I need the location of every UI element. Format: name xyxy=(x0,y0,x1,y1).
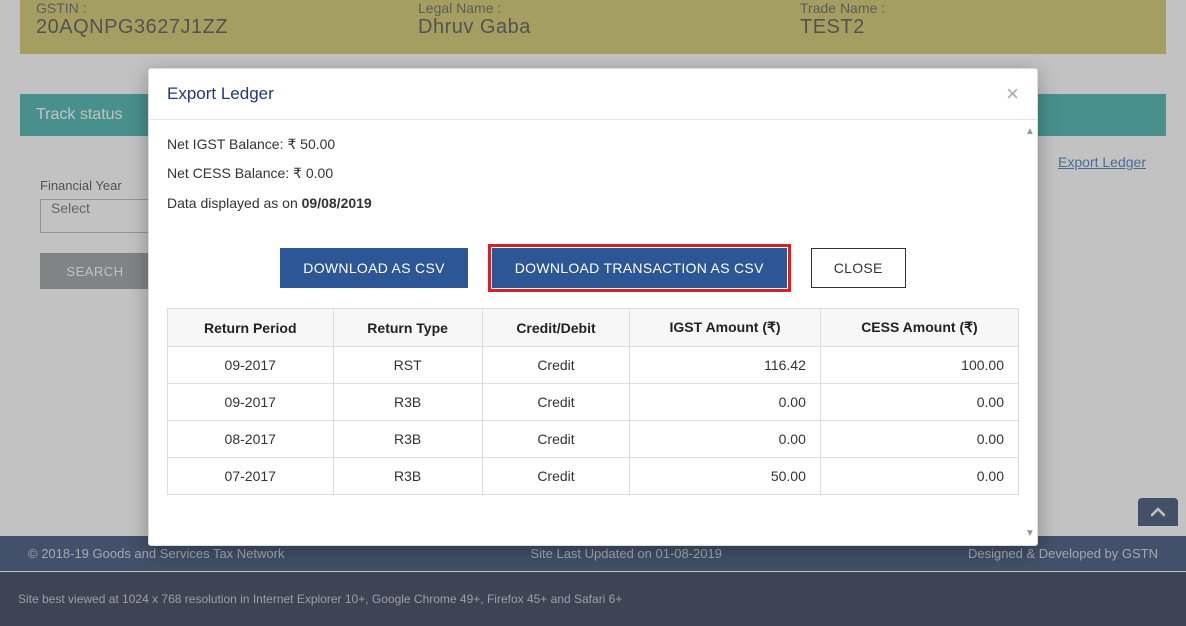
table-header-row: Return Period Return Type Credit/Debit I… xyxy=(168,309,1019,347)
scroll-up-icon: ▲ xyxy=(1025,126,1033,137)
cell-credit-debit: Credit xyxy=(482,458,629,495)
cell-credit-debit: Credit xyxy=(482,421,629,458)
cell-credit-debit: Credit xyxy=(482,384,629,421)
th-return-type: Return Type xyxy=(333,309,482,347)
cell-return-period: 09-2017 xyxy=(168,384,334,421)
cell-return-type: R3B xyxy=(333,421,482,458)
net-igst-balance: Net IGST Balance: ₹ 50.00 xyxy=(167,130,1019,159)
cell-igst-amount: 50.00 xyxy=(630,458,821,495)
th-igst-amount: IGST Amount (₹) xyxy=(630,309,821,347)
net-cess-balance: Net CESS Balance: ₹ 0.00 xyxy=(167,159,1019,188)
data-as-on: Data displayed as on 09/08/2019 xyxy=(167,189,1019,218)
download-transaction-csv-button[interactable]: DOWNLOAD TRANSACTION AS CSV xyxy=(492,248,787,288)
cell-return-type: RST xyxy=(333,347,482,384)
cell-return-period: 07-2017 xyxy=(168,458,334,495)
table-row: 09-2017RSTCredit116.42100.00 xyxy=(168,347,1019,384)
close-button[interactable]: CLOSE xyxy=(811,248,906,288)
cell-credit-debit: Credit xyxy=(482,347,629,384)
download-csv-button[interactable]: DOWNLOAD AS CSV xyxy=(280,248,467,288)
cell-return-type: R3B xyxy=(333,384,482,421)
cell-igst-amount: 0.00 xyxy=(630,384,821,421)
cell-igst-amount: 0.00 xyxy=(630,421,821,458)
cell-cess-amount: 0.00 xyxy=(820,458,1018,495)
cell-return-period: 08-2017 xyxy=(168,421,334,458)
table-row: 07-2017R3BCredit50.000.00 xyxy=(168,458,1019,495)
scroll-down-icon: ▼ xyxy=(1025,528,1033,539)
cell-cess-amount: 100.00 xyxy=(820,347,1018,384)
th-credit-debit: Credit/Debit xyxy=(482,309,629,347)
th-cess-amount: CESS Amount (₹) xyxy=(820,309,1018,347)
th-return-period: Return Period xyxy=(168,309,334,347)
ledger-table: Return Period Return Type Credit/Debit I… xyxy=(167,308,1019,495)
table-row: 09-2017R3BCredit0.000.00 xyxy=(168,384,1019,421)
modal-title: Export Ledger xyxy=(167,84,274,104)
modal-scrollbar[interactable]: ▲ ▼ xyxy=(1025,126,1033,539)
table-row: 08-2017R3BCredit0.000.00 xyxy=(168,421,1019,458)
cell-return-type: R3B xyxy=(333,458,482,495)
cell-igst-amount: 116.42 xyxy=(630,347,821,384)
export-ledger-modal: Export Ledger × Net IGST Balance: ₹ 50.0… xyxy=(148,68,1038,546)
cell-cess-amount: 0.00 xyxy=(820,384,1018,421)
close-icon[interactable]: × xyxy=(1006,83,1019,105)
cell-cess-amount: 0.00 xyxy=(820,421,1018,458)
cell-return-period: 09-2017 xyxy=(168,347,334,384)
